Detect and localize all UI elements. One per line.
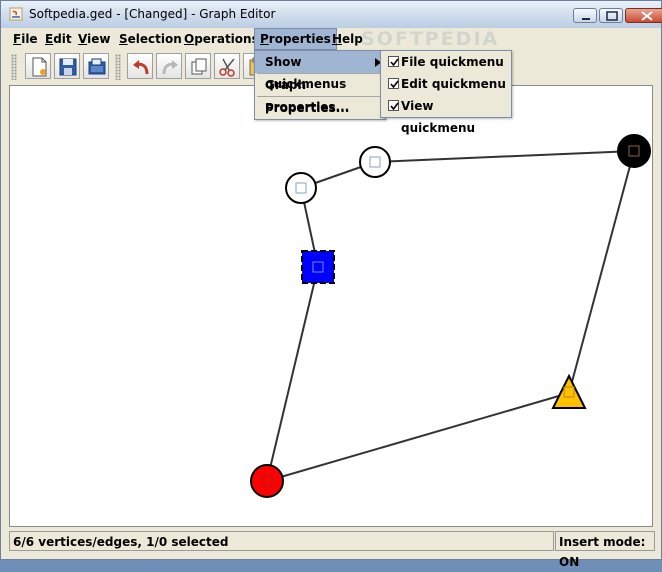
menu-view[interactable]: View	[73, 28, 115, 50]
edges-layer	[266, 150, 635, 482]
maximize-icon	[606, 11, 618, 21]
menu-selection-mnemonic: S	[119, 32, 128, 46]
toolbar-grip-2[interactable]	[115, 54, 121, 80]
copy-icon	[191, 58, 207, 75]
menuitem-file-quickmenu[interactable]: File quickmenu	[381, 51, 511, 73]
checkbox-checked-icon[interactable]	[388, 56, 399, 67]
open-folder-icon	[88, 58, 106, 75]
open-button[interactable]	[83, 53, 109, 79]
graph-vertex-triangle-yellow[interactable]	[551, 373, 587, 409]
java-app-icon	[9, 7, 23, 21]
menuitem-properties-label: Properties...	[265, 101, 350, 115]
graph-vertex-circle-black[interactable]	[617, 134, 651, 168]
minimize-button[interactable]	[573, 8, 597, 23]
menuitem-show-quickmenus[interactable]: Show quickmenus	[255, 51, 385, 91]
graph-vertex-square-blue-selected[interactable]	[301, 250, 335, 284]
menuitem-view-quickmenu-label: View quickmenu	[401, 99, 476, 135]
menu-edit-label: dit	[53, 32, 72, 46]
menu-operations[interactable]: Operations	[179, 28, 264, 50]
menu-help-label: elp	[342, 32, 363, 46]
checkbox-checked-icon[interactable]	[388, 100, 399, 111]
new-file-icon	[32, 57, 47, 77]
undo-icon	[133, 60, 149, 75]
new-button[interactable]	[25, 53, 51, 79]
menuitem-view-quickmenu[interactable]: View quickmenu	[381, 95, 511, 135]
graph-vertex-circle-white[interactable]	[359, 146, 391, 178]
graph-edge[interactable]	[266, 392, 570, 482]
cut-button[interactable]	[214, 53, 240, 79]
save-icon	[59, 58, 77, 76]
copy-button[interactable]	[185, 53, 211, 79]
menu-properties-mnemonic: P	[260, 32, 269, 46]
menu-operations-label: perations	[194, 32, 259, 46]
graph-edge[interactable]	[374, 150, 635, 163]
graph-edge[interactable]	[568, 150, 635, 394]
maximize-button[interactable]	[599, 8, 623, 23]
menuitem-properties[interactable]: Properties...	[255, 97, 385, 119]
menu-selection-label: election	[127, 32, 182, 46]
menu-properties[interactable]: Properties	[254, 28, 337, 50]
graph-drawing	[250, 134, 651, 498]
menuitem-file-quickmenu-label: File quickmenu	[401, 55, 504, 69]
app-window: Softpedia.ged - [Changed] - Graph Editor…	[0, 0, 662, 569]
menu-selection[interactable]: Selection	[114, 28, 187, 50]
close-icon	[641, 11, 653, 21]
menu-file[interactable]: File	[8, 28, 43, 50]
properties-dropdown: Show quickmenus Graph properties... Prop…	[254, 50, 386, 120]
menu-file-mnemonic: F	[13, 32, 22, 46]
undo-button[interactable]	[127, 53, 153, 79]
menu-view-label: iew	[87, 32, 111, 46]
save-button[interactable]	[54, 53, 80, 79]
cut-icon	[219, 58, 235, 77]
menu-operations-mnemonic: O	[184, 32, 195, 46]
redo-icon	[162, 60, 178, 75]
menuitem-edit-quickmenu-label: Edit quickmenu	[401, 77, 506, 91]
graph-edge[interactable]	[266, 266, 319, 482]
minimize-icon	[582, 18, 590, 20]
menuitem-edit-quickmenu[interactable]: Edit quickmenu	[381, 73, 511, 95]
close-button[interactable]	[625, 8, 662, 23]
status-insert-mode: Insert mode: ON	[555, 531, 655, 569]
softpedia-watermark: SOFTPEDIA	[361, 28, 500, 50]
status-bar: 6/6 vertices/edges, 1/0 selected Insert …	[1, 529, 661, 569]
menu-edit-mnemonic: E	[45, 32, 54, 46]
menu-bar: File Edit View Selection Operations Prop…	[1, 28, 661, 50]
menu-file-label: ile	[21, 32, 38, 46]
graph-canvas[interactable]	[9, 85, 653, 527]
window-title: Softpedia.ged - [Changed] - Graph Editor	[29, 7, 276, 21]
status-selection-info: 6/6 vertices/edges, 1/0 selected	[9, 531, 554, 551]
menu-help-mnemonic: H	[332, 32, 343, 46]
checkbox-checked-icon[interactable]	[388, 78, 399, 89]
graph-vertex-circle-red[interactable]	[250, 464, 284, 498]
menuitem-graph-properties[interactable]: Graph properties...	[255, 74, 385, 114]
toolbar-grip[interactable]	[11, 54, 17, 80]
menu-view-mnemonic: V	[78, 32, 88, 46]
title-bar[interactable]: Softpedia.ged - [Changed] - Graph Editor	[1, 1, 662, 29]
redo-button[interactable]	[156, 53, 182, 79]
graph-vertex-circle-white[interactable]	[285, 172, 317, 204]
menu-edit[interactable]: Edit	[40, 28, 77, 50]
menu-properties-label: roperties	[268, 32, 331, 46]
quickmenus-submenu: File quickmenu Edit quickmenu View quick…	[380, 50, 512, 135]
